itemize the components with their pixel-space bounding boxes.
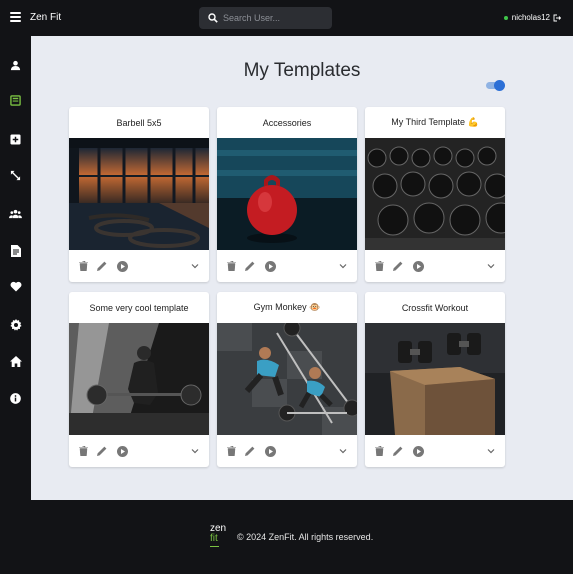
view-toggle[interactable] [486,80,505,91]
play-icon[interactable] [264,260,276,272]
template-title: Crossfit Workout [401,302,469,313]
card-actions [365,250,505,282]
template-image [365,138,505,250]
sidebar-item-home[interactable] [8,354,23,369]
online-status-dot [503,15,508,20]
delete-icon[interactable] [77,445,89,457]
play-icon[interactable] [116,445,128,457]
sidebar-item-expand[interactable] [8,168,23,183]
play-icon[interactable] [412,260,424,272]
user-menu[interactable]: nicholas12 [503,13,561,22]
template-card[interactable]: Gym Monkey 🐵 [217,292,357,467]
edit-icon[interactable] [244,445,256,457]
chevron-down-icon[interactable] [189,445,201,457]
card-actions [365,435,505,467]
copyright-text: © 2024 ZenFit. All rights reserved. [237,532,374,542]
menu-icon[interactable] [10,12,21,22]
expand-icon [10,170,21,181]
edit-icon[interactable] [244,260,256,272]
footer-logo: zen fit [210,524,228,550]
sidebar-item-templates[interactable] [8,93,23,108]
settings-icon [9,318,22,331]
template-title: Some very cool template [89,302,189,313]
person-icon [10,60,21,71]
template-image [217,323,357,435]
info-icon [10,393,21,404]
edit-icon[interactable] [392,445,404,457]
templates-icon [10,95,21,106]
template-title: Gym Monkey 🐵 [253,302,321,312]
logo-underline [210,546,219,547]
sidebar-item-favorites[interactable] [8,279,23,294]
play-icon[interactable] [412,445,424,457]
delete-icon[interactable] [225,260,237,272]
template-card[interactable]: My Third Template 💪 [365,107,505,282]
card-actions [69,250,209,282]
search-box[interactable] [199,7,332,29]
play-icon[interactable] [264,445,276,457]
sidebar-item-info[interactable] [8,391,23,406]
delete-icon[interactable] [77,260,89,272]
page-title: My Templates [243,60,361,81]
template-image [69,138,209,250]
template-card[interactable]: Some very cool template [69,292,209,467]
chevron-down-icon[interactable] [189,260,201,272]
template-card[interactable]: Accessories [217,107,357,282]
group-icon [9,209,22,219]
edit-icon[interactable] [96,445,108,457]
template-image [217,138,357,250]
app-title: Zen Fit [30,12,62,23]
document-icon [10,244,21,257]
sidebar-item-settings[interactable] [8,317,23,332]
chevron-down-icon[interactable] [337,260,349,272]
delete-icon[interactable] [373,445,385,457]
sidebar-item-add[interactable] [8,132,23,147]
template-card[interactable]: Barbell 5x5 [69,107,209,282]
logo-bottom-text: fit [210,533,218,544]
card-actions [217,250,357,282]
template-title: Accessories [262,117,312,128]
chevron-down-icon[interactable] [337,445,349,457]
main-content: My Templates Barbell 5x5 Accessories My … [31,36,573,500]
template-title: Barbell 5x5 [116,117,162,128]
logout-icon[interactable] [553,14,561,22]
top-bar: Zen Fit nicholas12 [0,0,573,36]
card-actions [217,435,357,467]
play-icon[interactable] [116,260,128,272]
card-actions [69,435,209,467]
search-icon [208,13,218,23]
chevron-down-icon[interactable] [485,260,497,272]
template-image [69,323,209,435]
template-image [365,323,505,435]
template-title: My Third Template 💪 [391,117,479,127]
heart-icon [10,281,21,292]
search-input[interactable] [223,10,327,26]
sidebar [0,36,31,500]
template-card[interactable]: Crossfit Workout [365,292,505,467]
add-box-icon [10,134,21,145]
home-icon [9,356,22,367]
sidebar-item-profile[interactable] [8,58,23,73]
chevron-down-icon[interactable] [485,445,497,457]
username: nicholas12 [511,13,550,22]
edit-icon[interactable] [96,260,108,272]
edit-icon[interactable] [392,260,404,272]
sidebar-item-documents[interactable] [8,243,23,258]
delete-icon[interactable] [225,445,237,457]
footer: zen fit © 2024 ZenFit. All rights reserv… [0,500,573,574]
sidebar-item-users[interactable] [8,206,23,221]
toggle-knob [494,80,505,91]
delete-icon[interactable] [373,260,385,272]
